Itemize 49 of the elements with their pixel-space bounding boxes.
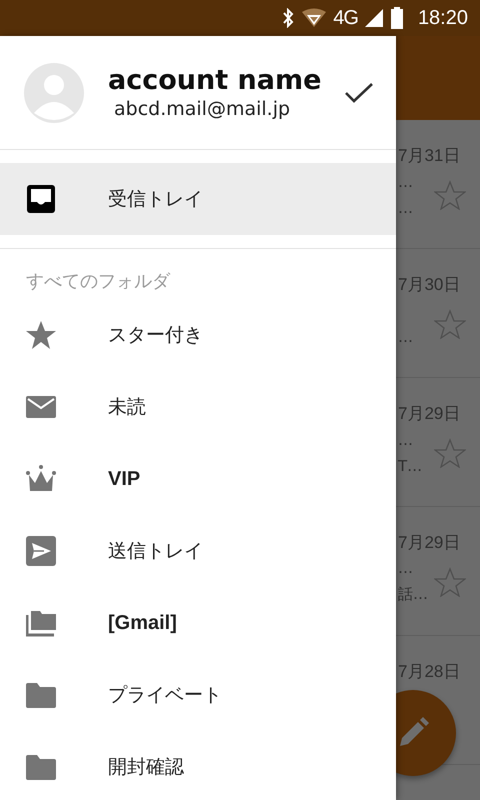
message-snippet: … [398, 173, 413, 191]
inbox-item[interactable]: 受信トレイ [0, 163, 396, 235]
message-date: 7月29日 [398, 532, 460, 554]
folder-icon [26, 752, 56, 782]
folders-icon [26, 608, 56, 638]
account-name: account name [108, 65, 322, 96]
item-label: 未読 [108, 395, 146, 420]
inbox-icon [26, 184, 56, 214]
folder-item[interactable]: [Gmail] [0, 587, 396, 659]
message-snippet: … [398, 328, 413, 346]
item-label: [Gmail] [108, 612, 177, 634]
bluetooth-icon [281, 8, 296, 28]
item-label: 送信トレイ [108, 539, 203, 564]
folder-item[interactable]: VIP [0, 443, 396, 515]
send-icon [26, 536, 56, 566]
battery-icon [390, 7, 404, 29]
account-email: abcd.mail@mail.jp [114, 98, 292, 120]
message-date: 7月29日 [398, 403, 460, 425]
message-snippet: … [398, 431, 413, 449]
folder-item[interactable]: 送信トレイ [0, 515, 396, 587]
section-heading: すべてのフォルダ [25, 270, 172, 294]
message-snippet: 話… [398, 585, 428, 604]
crown-icon [26, 464, 56, 494]
folder-icon [26, 680, 56, 710]
item-label: 開封確認 [108, 755, 184, 780]
message-date: 7月28日 [398, 661, 460, 683]
item-label: VIP [108, 468, 140, 490]
avatar-icon [24, 62, 84, 122]
network-type: 4G [333, 6, 358, 30]
folder-item[interactable]: 未読 [0, 371, 396, 443]
message-snippet: T… [398, 457, 422, 475]
message-date: 7月30日 [398, 274, 460, 296]
star-icon[interactable] [434, 567, 466, 597]
clock: 18:20 [418, 6, 468, 30]
star-icon[interactable] [434, 309, 466, 339]
star-icon[interactable] [434, 438, 466, 468]
folder-item[interactable]: 開封確認 [0, 731, 396, 800]
star-icon[interactable] [434, 180, 466, 210]
folder-item[interactable]: スター付き [0, 299, 396, 371]
message-snippet: … [398, 559, 413, 577]
item-label: 受信トレイ [108, 187, 203, 212]
message-snippet: … [398, 199, 413, 217]
message-date: 7月31日 [398, 145, 460, 167]
item-label: プライベート [108, 683, 222, 708]
item-label: スター付き [108, 323, 203, 348]
star-icon [26, 320, 56, 350]
folder-item[interactable]: プライベート [0, 659, 396, 731]
wifi-icon [301, 8, 328, 28]
signal-icon [364, 8, 384, 28]
